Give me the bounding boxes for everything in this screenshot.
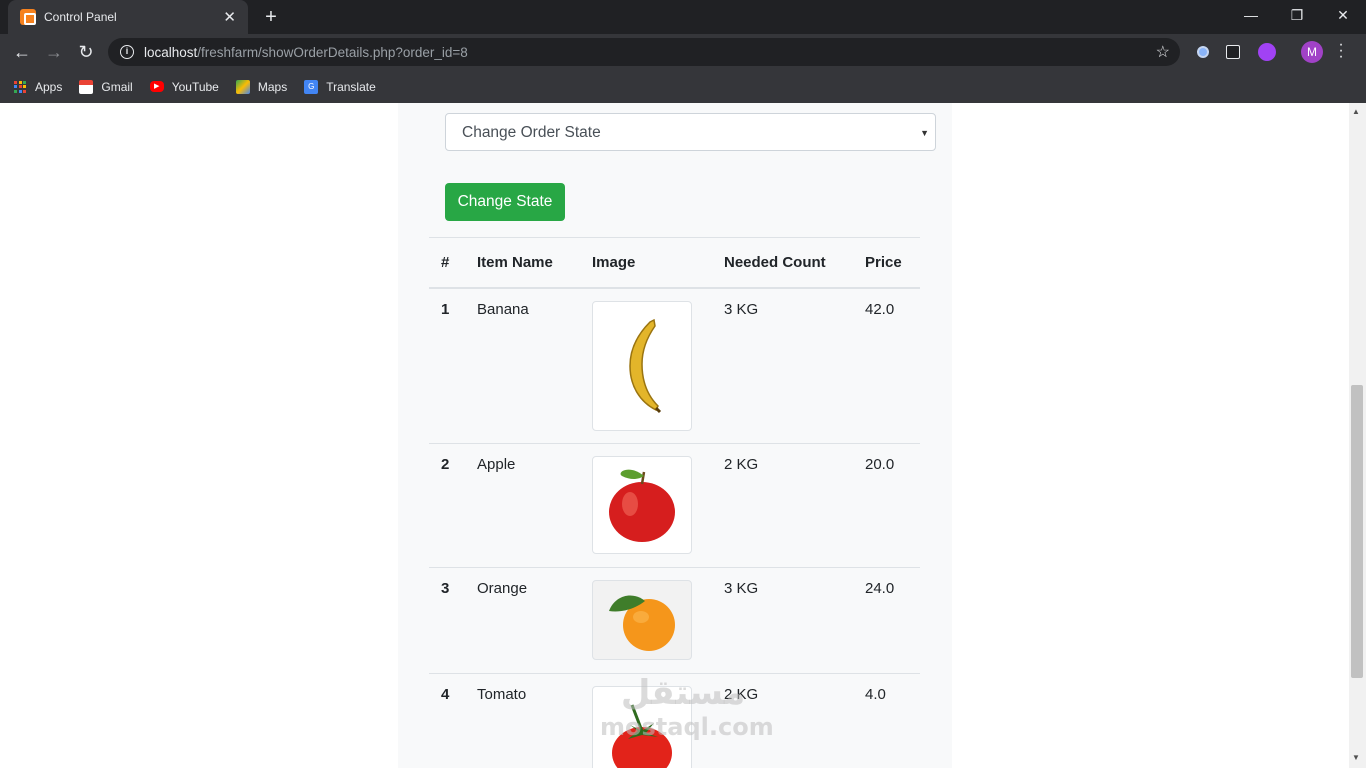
bookmarks-bar: Apps Gmail ▶ YouTube Maps G Translate [0,70,1366,103]
extension-icon[interactable] [1194,43,1212,61]
price: 4.0 [865,686,886,703]
tab-title: Control Panel [44,10,117,24]
banana-image [592,300,692,431]
bookmark-maps[interactable]: Maps [235,79,287,94]
item-name: Apple [465,443,580,568]
table-header-row: # Item Name Image Needed Count Price [429,237,920,289]
orange-image [592,580,692,660]
table-row: 3 Orange 3 KG 24.0 [429,567,920,674]
change-state-button[interactable]: Change State [445,183,565,221]
site-info-icon[interactable]: i [120,45,134,59]
apps-grid-icon [14,80,26,93]
price: 24.0 [853,567,920,674]
scroll-down-icon[interactable]: ▼ [1352,753,1360,762]
column-header-item-name: Item Name [465,237,580,289]
order-state-select[interactable]: Change Order State ▼ [445,113,936,151]
order-details-panel: Change Order State ▼ Change State # Item… [398,103,952,768]
bookmark-youtube[interactable]: ▶ YouTube [149,80,219,94]
browser-toolbar: ← → ↻ i localhost/freshfarm/showOrderDet… [0,34,1366,70]
minimize-icon[interactable]: — [1241,7,1261,23]
needed-count: 3 KG [712,567,853,674]
needed-count: 3 KG [712,287,853,444]
youtube-icon: ▶ [149,81,164,92]
item-name: Orange [465,567,580,674]
column-header-number: # [429,237,465,289]
apple-image [592,456,692,554]
translate-icon: G [304,79,319,94]
row-number: 4 [441,686,450,703]
column-header-needed-count: Needed Count [712,237,853,289]
back-icon[interactable]: ← [11,42,33,64]
reload-icon[interactable]: ↻ [75,42,97,64]
xampp-favicon-icon [20,9,36,25]
forward-icon[interactable]: → [43,42,65,64]
page-scrollbar[interactable]: ▲ ▼ [1349,103,1366,768]
table-row: 2 Apple 2 KG 20.0 [429,443,920,568]
new-tab-icon[interactable]: + [260,6,282,28]
table-row: 1 Banana 3 KG 42.0 [429,287,920,444]
needed-count: 2 KG [712,443,853,568]
browser-menu-icon[interactable]: · · · [1336,37,1346,65]
price: 20.0 [853,443,920,568]
page-viewport: Change Order State ▼ Change State # Item… [0,103,1366,768]
url-text: localhost/freshfarm/showOrderDetails.php… [144,44,468,60]
mostaql-watermark: مستقل mostaql.com [600,673,774,741]
vpn-extension-icon[interactable] [1258,43,1276,61]
address-bar[interactable]: i localhost/freshfarm/showOrderDetails.p… [108,38,1180,66]
column-header-image: Image [580,237,712,289]
maps-icon [235,79,250,94]
price: 42.0 [853,287,920,444]
close-window-icon[interactable]: ✕ [1333,7,1353,24]
restore-icon[interactable]: ❐ [1287,7,1307,24]
scrollbar-thumb[interactable] [1351,385,1363,678]
row-number: 2 [429,443,465,568]
item-name: Tomato [477,686,527,703]
gmail-icon [79,79,94,94]
bookmark-star-icon[interactable]: ☆ [1156,42,1170,62]
row-number: 1 [429,287,465,444]
tab-control-panel[interactable]: Control Panel ✕ [8,0,248,34]
bookmark-translate[interactable]: G Translate [304,79,376,94]
close-tab-icon[interactable]: ✕ [223,8,236,26]
scroll-up-icon[interactable]: ▲ [1352,107,1360,116]
row-number: 3 [429,567,465,674]
tab-strip: Control Panel ✕ + — ❐ ✕ [0,0,1366,34]
profile-avatar[interactable]: M [1301,41,1323,63]
column-header-price: Price [853,237,920,289]
item-name: Banana [465,287,580,444]
bookmark-gmail[interactable]: Gmail [79,79,133,94]
bookmark-apps[interactable]: Apps [14,80,62,94]
dropdown-arrow-icon: ▼ [920,128,929,138]
pen-extension-icon[interactable] [1226,45,1240,59]
